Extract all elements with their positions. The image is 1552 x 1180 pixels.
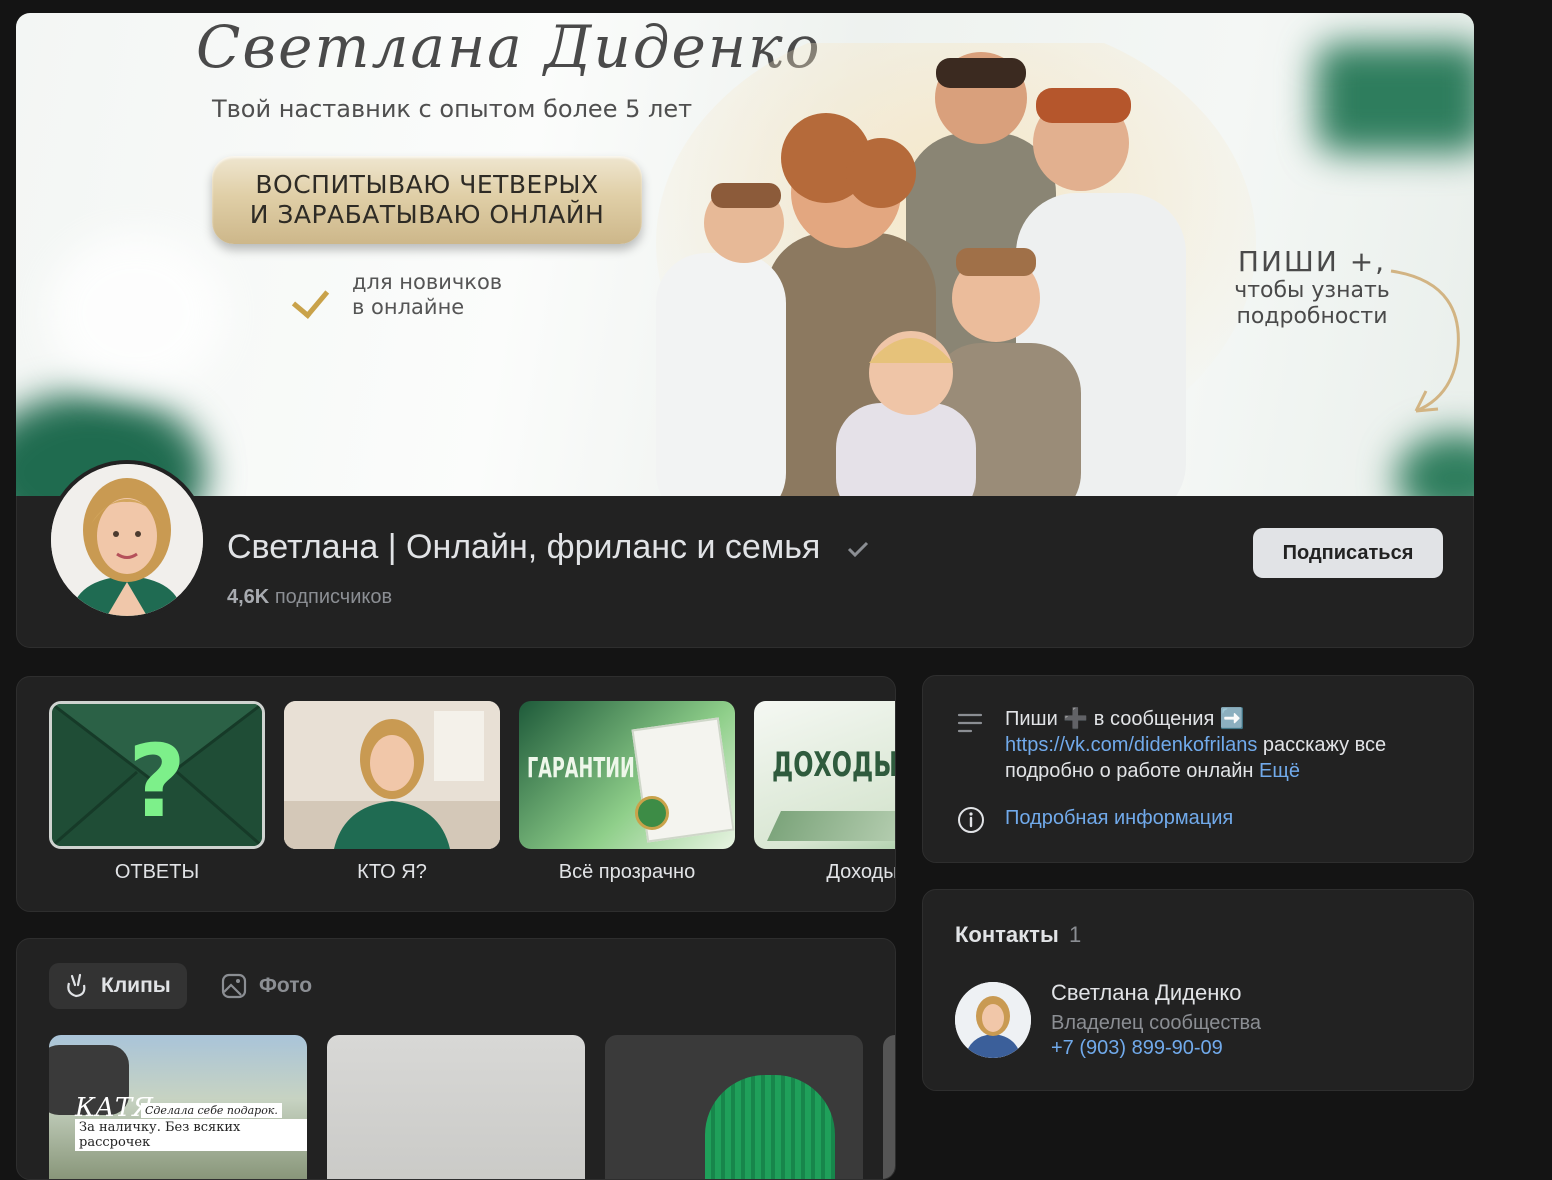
subscribers-count[interactable]: 4,6K подписчиков	[227, 586, 392, 609]
story-label: Всё прозрачно	[558, 861, 696, 883]
description-part: Пиши	[1005, 708, 1058, 730]
story-item[interactable]: ДОХОДЫ Доходы	[754, 701, 896, 884]
story-item[interactable]: ? ОТВЕТЫ	[49, 701, 265, 884]
story-thumb: ГАРАНТИИ	[519, 701, 735, 849]
description-icon	[957, 713, 983, 733]
cover-subtitle: Твой наставник с опытом более 5 лет	[212, 95, 693, 123]
avatar-image	[955, 982, 1031, 1058]
clip-caption: Сделала себе подарок.	[141, 1103, 282, 1118]
story-label: КТО Я?	[357, 861, 427, 883]
plaque-line: ВОСПИТЫВАЮ ЧЕТВЕРЫХ	[255, 170, 599, 199]
plaque-line: И ЗАРАБАТЫВАЮ ОНЛАЙН	[249, 200, 605, 229]
contact-phone[interactable]: +7 (903) 899-90-09	[1051, 1037, 1223, 1060]
subscribers-number: 4,6K	[227, 586, 270, 608]
cta-line: чтобы узнать	[1234, 278, 1390, 303]
subscribers-label: подписчиков	[274, 586, 393, 608]
clip-item[interactable]	[327, 1035, 585, 1179]
story-thumb	[284, 701, 500, 849]
story-item[interactable]: КТО Я?	[284, 701, 500, 884]
cta-line: подробности	[1236, 304, 1388, 329]
cover-decor	[46, 233, 226, 393]
cover-newbie-text: для новичков в онлайне	[352, 270, 572, 320]
cta-line: ПИШИ +,	[1237, 245, 1387, 278]
curved-arrow-icon	[1390, 269, 1460, 413]
contacts-card: Контакты 1 Светлана Диденко Владелец соо…	[922, 889, 1474, 1091]
story-thumb: ?	[49, 701, 265, 849]
contacts-count: 1	[1069, 922, 1082, 947]
check-icon	[291, 280, 330, 319]
cover-plaque: ВОСПИТЫВАЮ ЧЕТВЕРЫХ И ЗАРАБАТЫВАЮ ОНЛАЙН	[212, 156, 642, 244]
media-section: Клипы Фото КАТЯ Сделала себе подарок. За…	[16, 938, 896, 1180]
page-title: Светлана | Онлайн, фриланс и семья	[227, 528, 821, 566]
more-link[interactable]: Ещё	[1259, 760, 1300, 782]
clips-icon	[67, 973, 86, 998]
newbie-line: для новичков	[352, 270, 503, 294]
clip-item[interactable]	[883, 1035, 895, 1179]
contacts-title[interactable]: Контакты	[955, 922, 1059, 948]
avatar-image	[51, 464, 203, 616]
description-link[interactable]: https://vk.com/didenkofrilans	[1005, 734, 1257, 756]
chart-steps	[767, 811, 895, 841]
tab-clips[interactable]: Клипы	[49, 963, 187, 1009]
stories-section: ? ОТВЕТЫ КТО Я? ГАРАНТИИ Всё прозрачно Д…	[16, 676, 896, 912]
info-card: Пиши ➕ в сообщения ➡️ https://vk.com/did…	[922, 675, 1474, 863]
clip-item[interactable]	[605, 1035, 863, 1179]
clip-caption: За наличку. Без всяких рассрочек	[75, 1119, 307, 1151]
story-item[interactable]: ГАРАНТИИ Всё прозрачно	[519, 701, 735, 884]
details-link[interactable]: Подробная информация	[1005, 807, 1233, 830]
family-photo	[656, 43, 1256, 513]
portrait-photo	[284, 701, 500, 849]
description-part: в сообщения	[1093, 708, 1215, 730]
story-thumb: ДОХОДЫ	[754, 701, 896, 849]
cover-banner: Светлана Диденко Твой наставник с опытом…	[16, 13, 1474, 513]
plus-emoji-icon: ➕	[1063, 708, 1089, 730]
tab-photo-label: Фото	[259, 974, 313, 997]
story-label: Доходы	[826, 861, 896, 883]
contact-name[interactable]: Светлана Диденко	[1051, 980, 1242, 1006]
arrow-emoji-icon: ➡️	[1219, 708, 1245, 730]
tab-clips-label: Клипы	[101, 974, 171, 997]
checkmark-icon	[847, 541, 869, 558]
subscribe-button[interactable]: Подписаться	[1253, 528, 1443, 578]
community-avatar[interactable]	[47, 460, 207, 620]
newbie-line: в онлайне	[352, 295, 465, 319]
cover-cta: ПИШИ +, чтобы узнать подробности	[1212, 245, 1412, 330]
description-text: Пиши ➕ в сообщения ➡️ https://vk.com/did…	[1005, 706, 1445, 784]
info-icon	[958, 807, 984, 833]
seal-icon	[635, 796, 669, 830]
community-header: Светлана | Онлайн, фриланс и семья 4,6K …	[16, 460, 1474, 648]
story-thumb-text: ДОХОДЫ	[772, 745, 896, 785]
svg-text:?: ?	[128, 723, 186, 840]
photo-icon	[221, 973, 247, 999]
cover-decor	[1316, 43, 1474, 153]
contact-avatar[interactable]	[955, 982, 1031, 1058]
clip-item[interactable]: КАТЯ Сделала себе подарок. За наличку. Б…	[49, 1035, 307, 1179]
envelope-question-icon: ?	[52, 704, 262, 846]
story-label: ОТВЕТЫ	[114, 861, 200, 883]
story-thumb-text: ГАРАНТИИ	[527, 751, 635, 784]
green-hat	[705, 1075, 835, 1179]
tab-photo[interactable]: Фото	[207, 963, 327, 1009]
contact-role: Владелец сообщества	[1051, 1012, 1262, 1034]
